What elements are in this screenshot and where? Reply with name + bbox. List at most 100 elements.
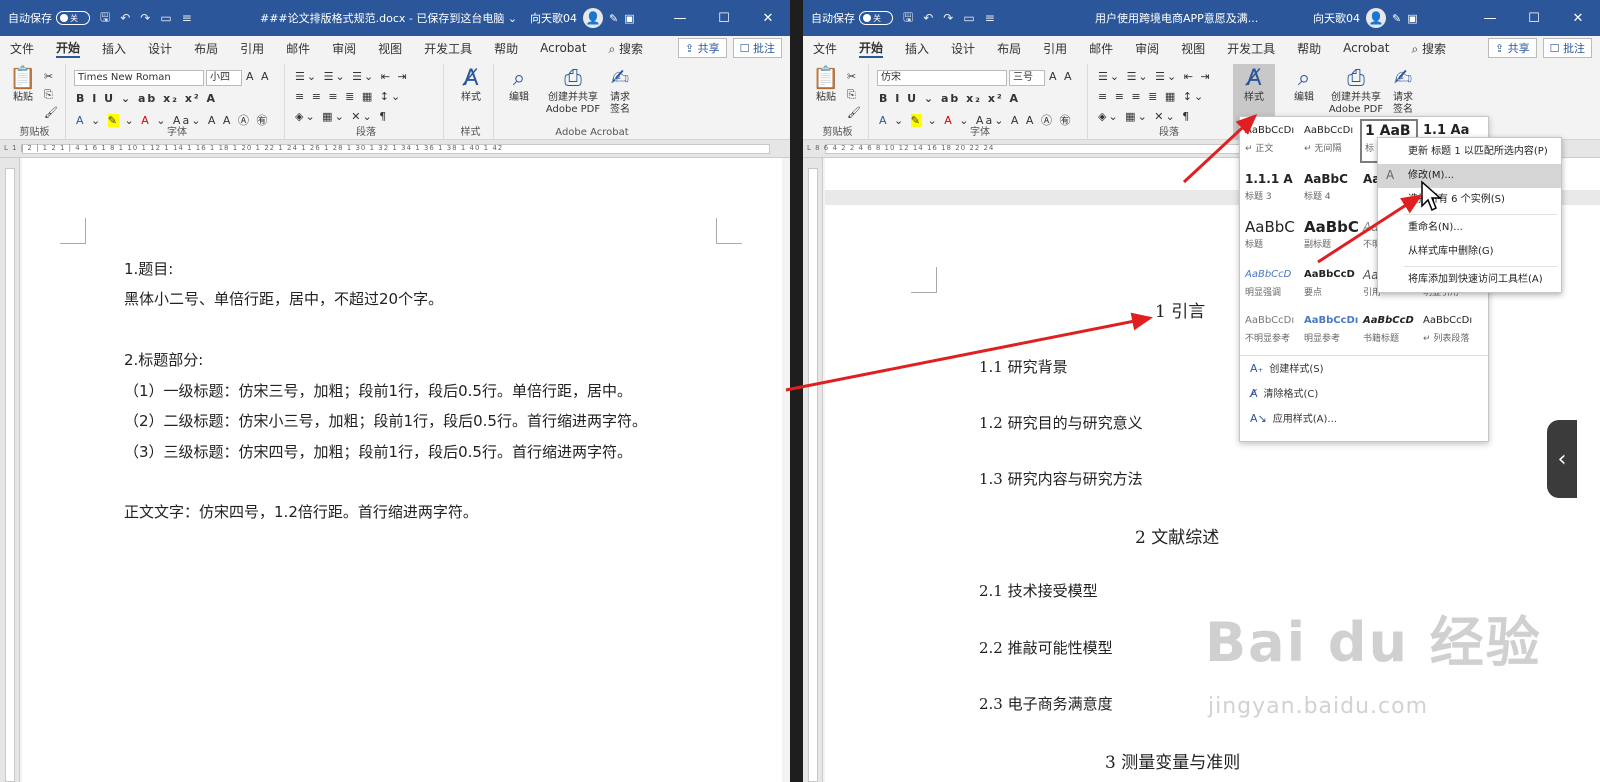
styles-button[interactable]: A̸ 样式 <box>456 66 486 104</box>
style-heading-3[interactable]: 1.1.1 A 标题 3 <box>1242 169 1300 213</box>
autosave-toggle[interactable]: 关 <box>56 11 90 25</box>
request-signature-button[interactable]: ✍ 请求 签名 <box>604 66 636 116</box>
user-account[interactable]: 向天歌04 👤 ✎ ▣ <box>530 8 635 28</box>
list-icons[interactable]: ☰⌄ ☰⌄ ☰⌄ ⇤ ⇥ <box>295 70 409 83</box>
tab-references[interactable]: 引用 <box>240 40 264 57</box>
autosave-toggle[interactable]: 关 <box>859 11 893 25</box>
pen-icon[interactable]: ✎ <box>609 12 618 25</box>
vertical-ruler[interactable] <box>803 158 823 782</box>
heading-level-1[interactable]: 1 引言 <box>1155 297 1205 322</box>
maximize-icon[interactable]: ☐ <box>702 0 746 36</box>
save-icon[interactable]: 🖫 <box>903 8 913 29</box>
styles-button[interactable]: A̸ 样式 <box>1239 66 1269 104</box>
autosave[interactable]: 自动保存 关 <box>8 10 90 26</box>
doc-line[interactable]: （1）一级标题：仿宋三号，加粗；段前1行，段后0.5行。单倍行距，居中。 <box>124 380 632 401</box>
tab-file[interactable]: 文件 <box>813 40 837 57</box>
align-icons[interactable]: ≡ ≡ ≡ ≣ ▦ ↕⌄ <box>1098 90 1205 103</box>
style-heading-4[interactable]: AaBbC 标题 4 <box>1301 169 1359 213</box>
tab-acrobat[interactable]: Acrobat <box>1343 41 1389 55</box>
tab-file[interactable]: 文件 <box>10 40 34 57</box>
comments-button[interactable]: ☐ 批注 <box>1542 38 1592 58</box>
style-normal[interactable]: AaBbCcDı ↵ 正文 <box>1242 121 1300 165</box>
style-strong[interactable]: AaBbCcD 要点 <box>1301 265 1359 309</box>
style-title[interactable]: AaBbC 标题 <box>1242 217 1300 261</box>
tab-search[interactable]: ⌕ 搜索 <box>608 40 643 57</box>
tab-design[interactable]: 设计 <box>951 40 975 57</box>
create-pdf-button[interactable]: ⎙ 创建并共享 Adobe PDF <box>1327 66 1385 116</box>
align-icons[interactable]: ≡ ≡ ≡ ≣ ▦ ↕⌄ <box>295 90 402 103</box>
share-button[interactable]: ⇪ 共享 <box>1487 38 1537 58</box>
close-icon[interactable]: ✕ <box>1556 0 1600 36</box>
font-case-icons[interactable]: A A <box>1049 70 1074 83</box>
doc-line[interactable]: 正文文字：仿宋四号，1.2倍行距。首行缩进两字符。 <box>124 501 478 522</box>
ribbon-display-icon[interactable]: ▣ <box>1407 12 1417 25</box>
create-style-item[interactable]: A₊ 创建样式(S) <box>1240 356 1488 381</box>
tab-help[interactable]: 帮助 <box>1297 40 1321 57</box>
redo-icon[interactable]: ↷ <box>943 11 953 25</box>
doc-line[interactable]: 2.标题部分: <box>124 349 203 370</box>
edit-button[interactable]: ⌕ 编辑 <box>504 66 534 104</box>
autosave[interactable]: 自动保存 关 <box>811 10 893 26</box>
doc-line[interactable]: 1.题目: <box>124 258 173 279</box>
present-icon[interactable]: ▭ <box>963 11 974 25</box>
minimize-icon[interactable]: — <box>658 0 702 36</box>
tab-review[interactable]: 审阅 <box>332 40 356 57</box>
ribbon-display-icon[interactable]: ▣ <box>624 12 634 25</box>
share-button[interactable]: ⇪ 共享 <box>677 38 727 58</box>
style-list-paragraph[interactable]: AaBbCcDı ↵ 列表段落 <box>1420 311 1478 355</box>
list-icons[interactable]: ☰⌄ ☰⌄ ☰⌄ ⇤ ⇥ <box>1098 70 1212 83</box>
tab-insert[interactable]: 插入 <box>905 40 929 57</box>
modify-style-item[interactable]: 修改(M)... <box>1378 164 1561 188</box>
close-icon[interactable]: ✕ <box>746 0 790 36</box>
tab-layout[interactable]: 布局 <box>194 40 218 57</box>
tab-acrobat[interactable]: Acrobat <box>540 41 586 55</box>
font-size-select[interactable]: 小四 <box>206 70 242 86</box>
vertical-ruler[interactable] <box>0 158 20 782</box>
request-signature-button[interactable]: ✍ 请求 签名 <box>1387 66 1419 116</box>
doc-line[interactable]: 黑体小二号、单倍行距，居中，不超过20个字。 <box>124 288 443 309</box>
avatar[interactable]: 👤 <box>583 8 603 28</box>
tab-layout[interactable]: 布局 <box>997 40 1021 57</box>
format-bold-italic-underline[interactable]: B I U ⌄ ab x₂ x² A <box>879 92 1020 105</box>
rename-style-item[interactable]: 重命名(N)... <box>1378 216 1561 240</box>
doc-line[interactable]: （2）二级标题：仿宋小三号，加粗；段前1行，段后0.5行。首行缩进两字符。 <box>124 410 647 431</box>
tab-mailings[interactable]: 邮件 <box>286 40 310 57</box>
tab-mailings[interactable]: 邮件 <box>1089 40 1113 57</box>
tab-view[interactable]: 视图 <box>378 40 402 57</box>
paste-button[interactable]: 📋 粘贴 <box>8 66 38 104</box>
font-size-select[interactable]: 三号 <box>1009 70 1045 86</box>
save-icon[interactable]: 🖫 <box>100 8 110 29</box>
maximize-icon[interactable]: ☐ <box>1512 0 1556 36</box>
tab-home[interactable]: 开始 <box>56 39 81 58</box>
heading-level-1[interactable]: 2 文献综述 <box>1135 523 1219 548</box>
heading-level-2[interactable]: 1.3 研究内容与研究方法 <box>979 468 1143 489</box>
heading-level-2[interactable]: 2.2 推敲可能性模型 <box>979 637 1113 658</box>
edit-button[interactable]: ⌕ 编辑 <box>1289 66 1319 104</box>
tab-home[interactable]: 开始 <box>859 39 884 58</box>
heading-level-2[interactable]: 1.2 研究目的与研究意义 <box>979 412 1143 433</box>
comments-button[interactable]: ☐ 批注 <box>732 38 782 58</box>
heading-level-2[interactable]: 2.3 电子商务满意度 <box>979 693 1113 714</box>
style-intense-reference[interactable]: AaBbCcDı 明显参考 <box>1301 311 1359 355</box>
create-pdf-button[interactable]: ⎙ 创建并共享 Adobe PDF <box>544 66 602 116</box>
document-page[interactable]: 1.题目: 黑体小二号、单倍行距，居中，不超过20个字。 2.标题部分: （1）… <box>22 158 782 782</box>
customize-qat-icon[interactable]: ≡ <box>985 11 995 25</box>
tab-developer[interactable]: 开发工具 <box>424 40 472 57</box>
present-icon[interactable]: ▭ <box>160 11 171 25</box>
shading-icons[interactable]: ◈⌄ ▦⌄ ✕⌄ ¶ <box>1098 110 1191 123</box>
style-subtle-reference[interactable]: AaBbCcDı 不明显参考 <box>1242 311 1300 355</box>
horizontal-ruler[interactable]: L 1 | 2 | 1 2 1 | 4 1 6 1 8 1 10 1 12 1 … <box>0 140 790 158</box>
tab-developer[interactable]: 开发工具 <box>1227 40 1275 57</box>
style-intense-emphasis[interactable]: AaBbCcD 明显强调 <box>1242 265 1300 309</box>
shading-icons[interactable]: ◈⌄ ▦⌄ ✕⌄ ¶ <box>295 110 388 123</box>
tab-insert[interactable]: 插入 <box>102 40 126 57</box>
redo-icon[interactable]: ↷ <box>140 11 150 25</box>
update-style-to-match-item[interactable]: 更新 标题 1 以匹配所选内容(P) <box>1378 140 1561 164</box>
paste-button[interactable]: 📋 粘贴 <box>811 66 841 104</box>
remove-from-gallery-item[interactable]: 从样式库中删除(G) <box>1378 240 1561 264</box>
style-book-title[interactable]: AaBbCcD 书籍标题 <box>1360 311 1418 355</box>
side-panel-toggle[interactable]: ‹ <box>1547 420 1577 498</box>
tab-references[interactable]: 引用 <box>1043 40 1067 57</box>
heading-level-1[interactable]: 3 测量变量与准则 <box>1105 748 1240 773</box>
customize-qat-icon[interactable]: ≡ <box>182 11 192 25</box>
